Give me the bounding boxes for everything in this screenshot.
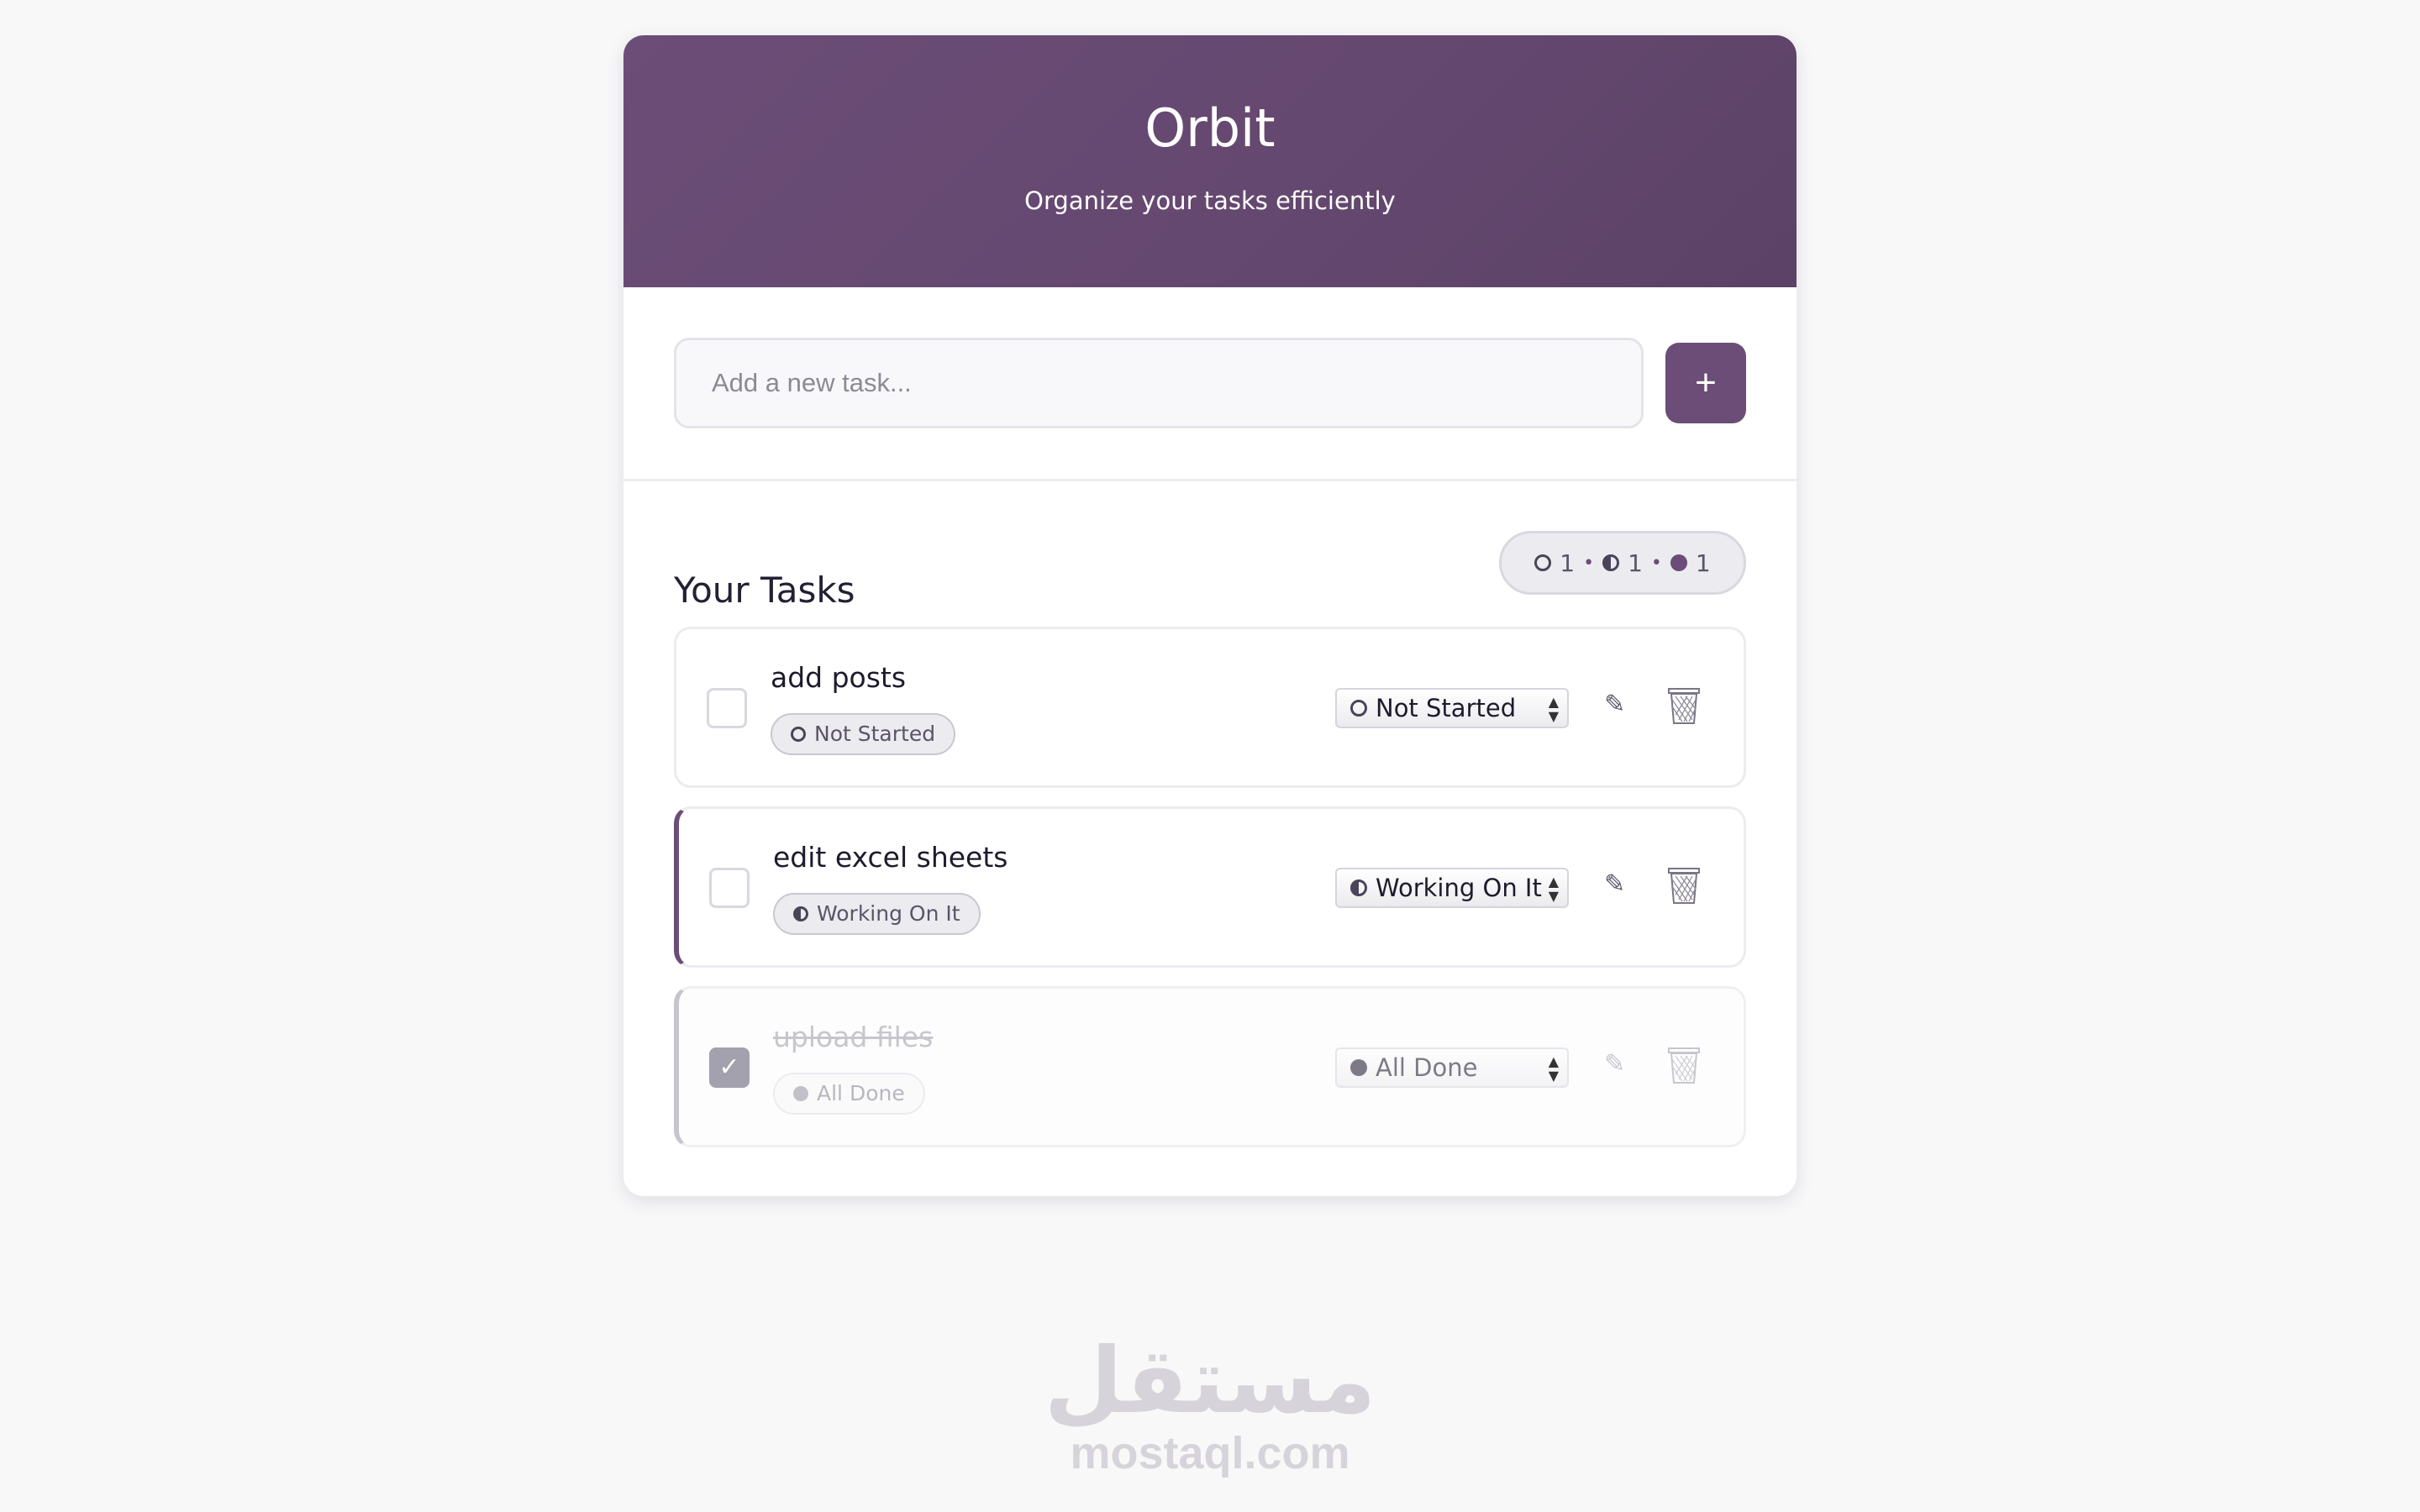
section-title: Your Tasks <box>674 570 855 611</box>
task-stats-badge: 1 • 1 • 1 <box>1499 531 1746 595</box>
status-tag: Not Started <box>771 713 956 755</box>
watermark-logo: مستقل mostaql.com <box>1042 1329 1378 1479</box>
trash-icon[interactable] <box>1668 1046 1700 1084</box>
circle-empty-icon <box>1350 700 1367 717</box>
new-task-input[interactable] <box>674 338 1644 428</box>
app-header: Orbit Organize your tasks efficiently <box>623 35 1797 287</box>
stat-separator: • <box>1650 552 1662 574</box>
circle-half-icon <box>1602 554 1620 571</box>
watermark-arabic: مستقل <box>1044 1329 1376 1434</box>
status-select[interactable]: Working On It ▲ ▼ <box>1335 868 1569 908</box>
status-select-value: Not Started <box>1376 694 1517 722</box>
watermark-latin: mostaql.com <box>1070 1428 1350 1478</box>
pencil-icon[interactable]: ✎ <box>1604 869 1625 899</box>
status-tag: Working On It <box>773 893 981 935</box>
add-task-button[interactable]: + <box>1665 343 1746 423</box>
status-select-value: All Done <box>1376 1053 1478 1082</box>
add-task-row: + <box>674 338 1746 428</box>
status-tag-label: All Done <box>817 1081 905 1105</box>
status-select[interactable]: All Done ▲ ▼ <box>1335 1047 1569 1088</box>
task-name: add posts <box>771 661 907 694</box>
circle-empty-icon <box>1534 554 1552 571</box>
checkmark-icon[interactable]: ✓ <box>709 1047 750 1088</box>
pencil-icon[interactable]: ✎ <box>1604 1049 1625 1079</box>
select-arrows-icon: ▲ ▼ <box>1548 1053 1559 1084</box>
trash-icon[interactable] <box>1668 686 1700 725</box>
task-checkbox[interactable] <box>707 688 747 728</box>
select-arrows-icon: ▲ ▼ <box>1548 874 1559 904</box>
stat-done-count: 1 <box>1695 549 1711 577</box>
pencil-icon[interactable]: ✎ <box>1604 690 1625 719</box>
task-item: edit excel sheets Working On It Working … <box>674 806 1746 968</box>
circle-full-icon <box>793 1086 808 1101</box>
app-subtitle: Organize your tasks efficiently <box>1024 186 1396 215</box>
status-select-value: Working On It <box>1376 874 1542 902</box>
circle-full-icon <box>1670 554 1687 571</box>
app-title: Orbit <box>1144 97 1276 159</box>
divider <box>623 479 1797 481</box>
status-tag-label: Working On It <box>817 901 960 926</box>
stat-separator: • <box>1583 552 1595 574</box>
task-item: add posts Not Started Not Started ▲ ▼ ✎ <box>674 627 1746 788</box>
stat-not-started-count: 1 <box>1560 549 1576 577</box>
circle-full-icon <box>1350 1059 1367 1076</box>
circle-empty-icon <box>791 727 806 742</box>
task-checkbox[interactable] <box>709 868 750 908</box>
task-name: upload files <box>773 1021 934 1053</box>
app-card: Orbit Organize your tasks efficiently + … <box>623 35 1797 1196</box>
stat-working-count: 1 <box>1628 549 1643 577</box>
trash-icon[interactable] <box>1668 866 1700 905</box>
task-item: ✓ upload files All Done All Done ▲ ▼ ✎ <box>674 986 1746 1147</box>
task-name: edit excel sheets <box>773 841 1008 874</box>
circle-half-icon <box>793 906 808 921</box>
select-arrows-icon: ▲ ▼ <box>1548 694 1559 724</box>
status-tag-label: Not Started <box>814 722 936 746</box>
status-select[interactable]: Not Started ▲ ▼ <box>1335 688 1569 728</box>
circle-half-icon <box>1350 879 1367 896</box>
status-tag: All Done <box>773 1073 925 1115</box>
